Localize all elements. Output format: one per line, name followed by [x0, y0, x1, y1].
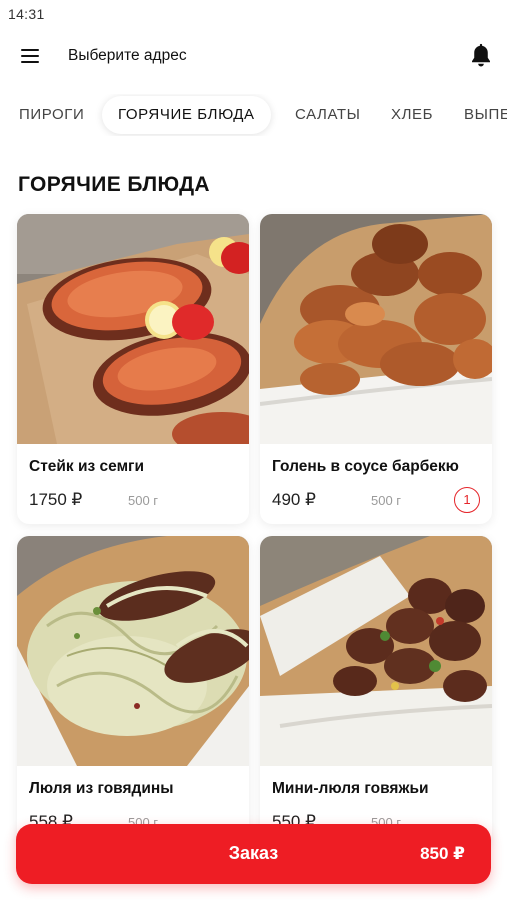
product-name: Стейк из семги [29, 458, 145, 475]
product-card-salmon-steak[interactable]: Стейк из семги 1750 ₽ 500 г [17, 214, 249, 524]
product-name: Люля из говядины [29, 780, 174, 797]
product-card-beef-lula[interactable]: Люля из говядины 558 ₽ 500 г [17, 536, 249, 846]
product-card-mini-beef-lula[interactable]: Мини-люля говяжьи 550 ₽ 500 г [260, 536, 492, 846]
product-image [260, 536, 492, 766]
product-weight: 500 г [371, 493, 402, 508]
order-total: 850 ₽ [420, 844, 465, 863]
category-tabs: ПИРОГИ ГОРЯЧИЕ БЛЮДА САЛАТЫ ХЛЕБ ВЫПЕЧКА [0, 94, 507, 136]
product-price: 1750 ₽ [29, 490, 83, 509]
bell-icon[interactable] [467, 42, 495, 70]
product-price: 490 ₽ [272, 490, 316, 509]
tab-pies[interactable]: ПИРОГИ [19, 96, 84, 134]
product-name: Мини-люля говяжьи [272, 780, 429, 797]
product-weight: 500 г [128, 493, 159, 508]
order-button[interactable]: Заказ 850 ₽ [16, 824, 491, 884]
product-name: Голень в соусе барбекю [272, 458, 459, 475]
status-bar: 14:31 [0, 0, 507, 28]
product-image [17, 214, 249, 444]
product-image [260, 214, 492, 444]
hamburger-menu-icon[interactable] [16, 42, 44, 70]
tab-salads[interactable]: САЛАТЫ [295, 96, 361, 134]
tab-bread[interactable]: ХЛЕБ [391, 96, 433, 134]
tab-hot-dishes[interactable]: ГОРЯЧИЕ БЛЮДА [102, 96, 271, 134]
tab-pastry[interactable]: ВЫПЕЧКА [464, 96, 507, 134]
status-time: 14:31 [8, 6, 45, 22]
address-selector[interactable]: Выберите адрес [68, 47, 187, 65]
cart-quantity-badge: 1 [454, 487, 480, 513]
product-card-bbq-drumsticks[interactable]: Голень в соусе барбекю 490 ₽ 500 г 1 [260, 214, 492, 524]
app-header: Выберите адрес [0, 34, 507, 78]
section-title: ГОРЯЧИЕ БЛЮДА [18, 173, 210, 196]
product-image [17, 536, 249, 766]
